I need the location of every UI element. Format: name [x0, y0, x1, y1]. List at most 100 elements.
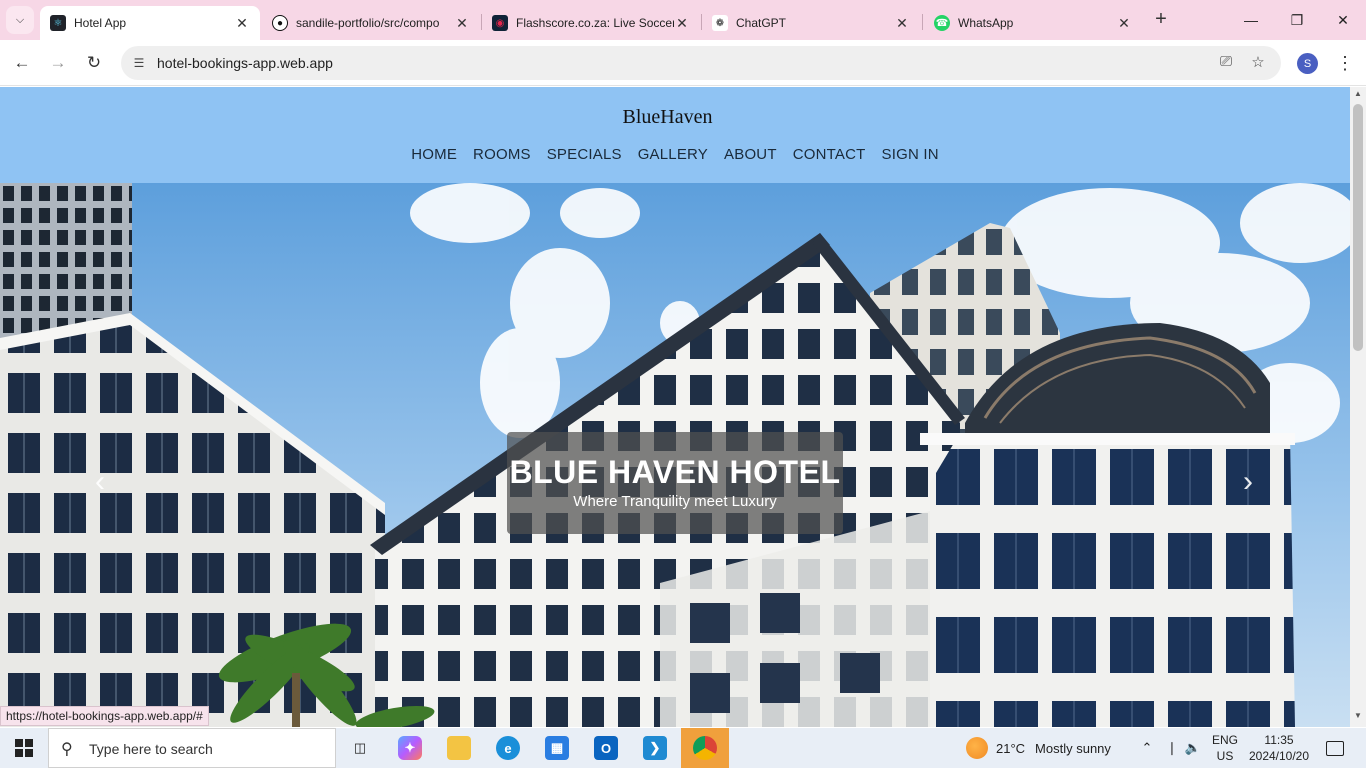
whatsapp-icon: ☎ [934, 15, 950, 31]
close-icon[interactable]: ✕ [234, 15, 250, 32]
outlook-button[interactable]: O [582, 728, 630, 768]
page-viewport: BlueHaven HOME ROOMS SPECIALS GALLERY AB… [0, 87, 1350, 727]
chrome-icon [693, 736, 717, 760]
task-view-icon: ◫ [353, 740, 367, 755]
chrome-button[interactable] [681, 728, 729, 768]
weather-temp: 21°C [996, 740, 1026, 756]
site-info-icon[interactable]: ☰ [129, 53, 149, 73]
react-icon: ⚛ [50, 15, 66, 31]
hero-subtitle: Where Tranquility meet Luxury [573, 493, 777, 510]
close-icon[interactable]: ✕ [674, 15, 690, 32]
link-status-bubble: https://hotel-bookings-app.web.app/# [0, 706, 209, 726]
tab-hotel-app[interactable]: ⚛ Hotel App ✕ [40, 6, 260, 40]
minimize-icon: — [1244, 12, 1258, 28]
nav-specials[interactable]: SPECIALS [547, 146, 622, 163]
nav-gallery[interactable]: GALLERY [638, 146, 708, 163]
clock-date: 2024/10/20 [1248, 749, 1310, 763]
microsoft-store-button[interactable]: ▦ [533, 728, 581, 768]
carousel-prev-button[interactable]: ‹ [85, 466, 115, 498]
tab-title: Flashscore.co.za: Live Soccer [516, 16, 674, 30]
windows-logo-icon [15, 739, 33, 757]
tab-separator [922, 14, 923, 30]
scroll-down-icon[interactable]: ▼ [1350, 711, 1366, 725]
tab-flashscore[interactable]: ◉ Flashscore.co.za: Live Soccer ✕ [482, 6, 700, 40]
weather-text: Mostly sunny [1035, 740, 1111, 756]
close-window-button[interactable]: ✕ [1320, 6, 1366, 34]
store-icon: ▦ [545, 736, 569, 760]
edge-button[interactable]: e [484, 728, 532, 768]
input-language[interactable]: ENG US [1210, 732, 1240, 764]
notification-button[interactable] [1322, 728, 1344, 768]
browser-toolbar: ← → ↻ ☰ hotel-bookings-app.web.app ⎚ ☆ S… [0, 40, 1366, 86]
nav-about[interactable]: ABOUT [724, 146, 777, 163]
search-icon: ⚲ [61, 741, 73, 758]
network-icon[interactable]: ❘ [1161, 740, 1183, 756]
hero-carousel: BLUE HAVEN HOTEL Where Tranquility meet … [0, 183, 1350, 727]
reload-button[interactable]: ↻ [80, 49, 108, 77]
taskbar-clock[interactable]: 11:35 2024/10/20 [1246, 732, 1312, 764]
vscode-icon: ❯ [643, 736, 667, 760]
restore-icon: ❐ [1290, 12, 1304, 28]
plus-icon: + [1155, 8, 1167, 30]
new-tab-button[interactable]: + [1150, 8, 1172, 30]
browser-menu-icon[interactable]: ⋮ [1336, 52, 1354, 74]
taskbar-search[interactable]: ⚲ Type here to search [48, 728, 336, 768]
chevron-left-icon: ‹ [95, 465, 105, 498]
task-view-button[interactable]: ◫ [336, 728, 384, 768]
tab-title: Hotel App [74, 16, 127, 30]
notification-icon [1326, 740, 1344, 756]
site-nav: HOME ROOMS SPECIALS GALLERY ABOUT CONTAC… [0, 146, 1350, 163]
profile-avatar[interactable]: S [1297, 53, 1318, 74]
install-app-icon[interactable]: ⎚ [1215, 53, 1237, 73]
folder-icon [447, 736, 471, 760]
close-icon: ✕ [1337, 12, 1349, 28]
address-bar[interactable]: ☰ hotel-bookings-app.web.app ⎚ ☆ [121, 46, 1281, 80]
outlook-icon: O [594, 736, 618, 760]
tab-chatgpt[interactable]: ❁ ChatGPT ✕ [702, 6, 920, 40]
scrollbar-thumb[interactable] [1353, 104, 1363, 351]
chevron-up-icon[interactable]: ⌃ [1139, 740, 1155, 756]
site-brand[interactable]: BlueHaven [0, 106, 1335, 129]
vscode-button[interactable]: ❯ [631, 728, 679, 768]
flashscore-icon: ◉ [492, 15, 508, 31]
page-scrollbar[interactable]: ▲ ▼ [1350, 87, 1366, 727]
start-button[interactable] [0, 728, 48, 768]
tab-strip: ⌵ ⚛ Hotel App ✕ ● sandile-portfolio/src/… [0, 0, 1366, 40]
forward-button[interactable]: → [44, 49, 72, 77]
minimize-button[interactable]: — [1228, 6, 1274, 34]
nav-contact[interactable]: CONTACT [793, 146, 866, 163]
copilot-button[interactable]: ✦ [386, 728, 434, 768]
tab-title: sandile-portfolio/src/compo [296, 16, 440, 30]
site-header: BlueHaven HOME ROOMS SPECIALS GALLERY AB… [0, 87, 1350, 183]
file-explorer-button[interactable] [435, 728, 483, 768]
partly-sunny-icon [966, 737, 988, 759]
speaker-icon[interactable]: 🔈 [1183, 740, 1203, 756]
nav-rooms[interactable]: ROOMS [473, 146, 531, 163]
tab-github[interactable]: ● sandile-portfolio/src/compo ✕ [262, 6, 480, 40]
close-icon[interactable]: ✕ [894, 15, 910, 32]
back-button[interactable]: ← [8, 49, 36, 77]
carousel-next-button[interactable]: › [1233, 466, 1263, 498]
tab-whatsapp[interactable]: ☎ WhatsApp ✕ [924, 6, 1142, 40]
chatgpt-icon: ❁ [712, 15, 728, 31]
github-icon: ● [272, 15, 288, 31]
tab-title: WhatsApp [958, 16, 1014, 30]
lang-code: ENG [1211, 733, 1238, 747]
chevron-right-icon: › [1243, 465, 1253, 498]
clock-time: 11:35 [1264, 733, 1294, 747]
restore-button[interactable]: ❐ [1274, 6, 1320, 34]
nav-sign-in[interactable]: SIGN IN [882, 146, 939, 163]
tab-title: ChatGPT [736, 16, 787, 30]
close-icon[interactable]: ✕ [454, 15, 470, 32]
weather-widget[interactable]: 21°C Mostly sunny [966, 728, 1111, 768]
scroll-up-icon[interactable]: ▲ [1350, 89, 1366, 103]
hero-caption: BLUE HAVEN HOTEL Where Tranquility meet … [507, 432, 843, 534]
region-code: US [1216, 749, 1234, 763]
nav-home[interactable]: HOME [411, 146, 457, 163]
bookmark-star-icon[interactable]: ☆ [1247, 53, 1269, 73]
close-icon[interactable]: ✕ [1116, 15, 1132, 32]
url-text[interactable]: hotel-bookings-app.web.app [157, 55, 333, 71]
edge-icon: e [496, 736, 520, 760]
hero-title: BLUE HAVEN HOTEL [509, 454, 841, 490]
tab-search-button[interactable]: ⌵ [6, 6, 34, 34]
